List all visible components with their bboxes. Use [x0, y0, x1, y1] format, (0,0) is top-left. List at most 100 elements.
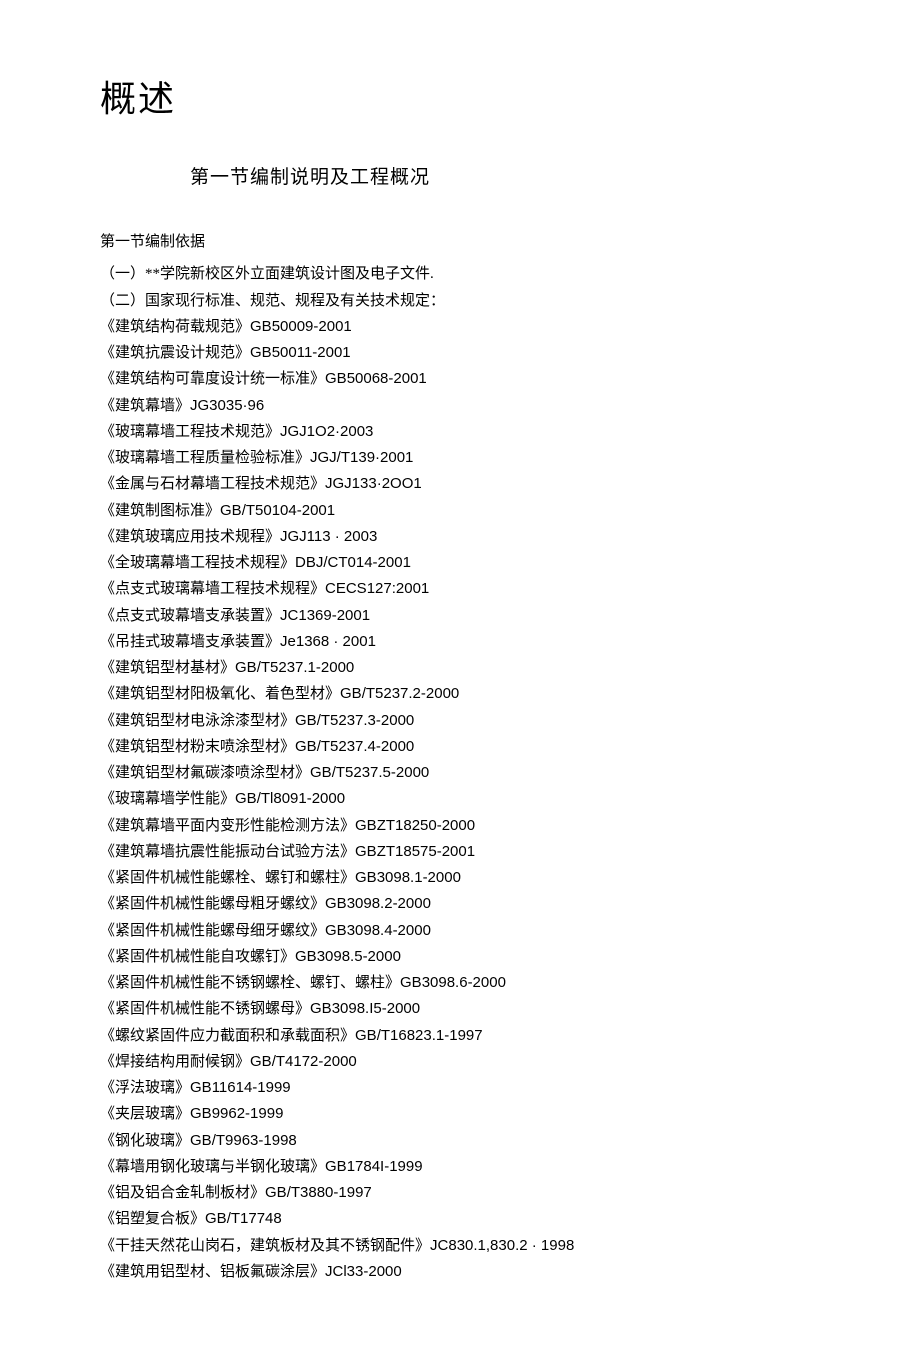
standard-code: GB3098.4-2000: [325, 922, 431, 939]
standard-code: GB3098.2-2000: [325, 895, 431, 912]
standard-code: GB/T3880-1997: [265, 1184, 372, 1201]
standard-item: 《夹层玻璃》GB9962-1999: [100, 1101, 820, 1127]
standard-code: JGJ113 · 2003: [280, 528, 377, 545]
standard-name: 《干挂天然花山岗石，建筑板材及其不锈钢配件》: [100, 1238, 430, 1254]
standard-item: 《建筑幕墙平面内变形性能检测方法》GBZT18250-2000: [100, 813, 820, 839]
standard-name: 《金属与石材幕墙工程技术规范》: [100, 476, 325, 492]
standard-item: 《紧固件机械性能螺栓、螺钉和螺柱》GB3098.1-2000: [100, 865, 820, 891]
intro-line-1: （一）**学院新校区外立面建筑设计图及电子文件.: [100, 261, 820, 287]
standard-item: 《建筑铝型材粉末喷涂型材》GB/T5237.4-2000: [100, 734, 820, 760]
standard-code: GB11614-1999: [190, 1079, 291, 1096]
standard-name: 《螺纹紧固件应力截面积和承载面积》: [100, 1028, 355, 1044]
standard-name: 《建筑用铝型材、铝板氟碳涂层》: [100, 1264, 325, 1280]
standard-name: 《全玻璃幕墙工程技术规程》: [100, 555, 295, 571]
standard-item: 《玻璃幕墙工程质量检验标准》JGJ/T139·2001: [100, 445, 820, 471]
standard-code: GB1784I-1999: [325, 1158, 423, 1175]
standard-code: GB/T9963-1998: [190, 1132, 297, 1149]
standard-name: 《建筑铝型材粉末喷涂型材》: [100, 739, 295, 755]
standard-item: 《点支式玻璃幕墙工程技术规程》CECS127:2001: [100, 576, 820, 602]
standard-name: 《夹层玻璃》: [100, 1106, 190, 1122]
standard-code: Je1368 · 2001: [280, 633, 376, 650]
standard-item: 《建筑幕墙》JG3035·96: [100, 393, 820, 419]
standard-code: GB50009-2001: [250, 318, 352, 335]
standard-name: 《建筑铝型材氟碳漆喷涂型材》: [100, 765, 310, 781]
intro-line-2: （二）国家现行标准、规范、规程及有关技术规定：: [100, 288, 820, 314]
standard-code: GB3098.1-2000: [355, 869, 461, 886]
standard-code: GB/T5237.4-2000: [295, 738, 414, 755]
standard-name: 《建筑幕墙平面内变形性能检测方法》: [100, 818, 355, 834]
standard-name: 《建筑幕墙》: [100, 398, 190, 414]
standard-item: 《幕墙用钢化玻璃与半钢化玻璃》GB1784I-1999: [100, 1154, 820, 1180]
standard-item: 《螺纹紧固件应力截面积和承载面积》GB/T16823.1-1997: [100, 1023, 820, 1049]
standard-code: GB/T5237.2-2000: [340, 685, 459, 702]
standard-code: GB/T50104-2001: [220, 502, 335, 519]
standard-item: 《紧固件机械性能不锈钢螺母》GB3098.I5-2000: [100, 996, 820, 1022]
standard-code: GB50011-2001: [250, 344, 351, 361]
standard-item: 《干挂天然花山岗石，建筑板材及其不锈钢配件》JC830.1,830.2 · 19…: [100, 1233, 820, 1259]
standard-name: 《浮法玻璃》: [100, 1080, 190, 1096]
standard-item: 《紧固件机械性能螺母粗牙螺纹》GB3098.2-2000: [100, 891, 820, 917]
standard-code: GB/T16823.1-1997: [355, 1027, 483, 1044]
standard-item: 《玻璃幕墙学性能》GB/Tl8091-2000: [100, 786, 820, 812]
standards-list: 《建筑结构荷载规范》GB50009-2001《建筑抗震设计规范》GB50011-…: [100, 314, 820, 1285]
standard-code: JC1369-2001: [280, 607, 370, 624]
standard-name: 《焊接结构用耐候钢》: [100, 1054, 250, 1070]
standard-name: 《紧固件机械性能自攻螺钉》: [100, 949, 295, 965]
standard-name: 《幕墙用钢化玻璃与半钢化玻璃》: [100, 1159, 325, 1175]
standard-code: JGJ1O2·2003: [280, 423, 373, 440]
standard-name: 《铝及铝合金轧制板材》: [100, 1185, 265, 1201]
standard-name: 《建筑制图标准》: [100, 503, 220, 519]
standard-item: 《铝及铝合金轧制板材》GB/T3880-1997: [100, 1180, 820, 1206]
standard-code: GB9962-1999: [190, 1105, 283, 1122]
section-heading: 第一节编制依据: [100, 229, 820, 255]
standard-item: 《建筑结构可靠度设计统一标准》GB50068-2001: [100, 366, 820, 392]
standard-item: 《紧固件机械性能不锈钢螺栓、螺钉、螺柱》GB3098.6-2000: [100, 970, 820, 996]
standard-item: 《建筑玻璃应用技术规程》JGJ113 · 2003: [100, 524, 820, 550]
standard-name: 《建筑幕墙抗震性能振动台试验方法》: [100, 844, 355, 860]
standard-name: 《建筑结构可靠度设计统一标准》: [100, 371, 325, 387]
standard-item: 《建筑铝型材阳极氧化、着色型材》GB/T5237.2-2000: [100, 681, 820, 707]
standard-code: GB/T5237.1-2000: [235, 659, 354, 676]
standard-name: 《紧固件机械性能螺母粗牙螺纹》: [100, 896, 325, 912]
standard-name: 《紧固件机械性能螺栓、螺钉和螺柱》: [100, 870, 355, 886]
standard-name: 《紧固件机械性能螺母细牙螺纹》: [100, 923, 325, 939]
document-page: 概述 第一节编制说明及工程概况 第一节编制依据 （一）**学院新校区外立面建筑设…: [0, 0, 920, 1345]
standard-item: 《建筑用铝型材、铝板氟碳涂层》JCl33-2000: [100, 1259, 820, 1285]
standard-code: JCl33-2000: [325, 1263, 402, 1280]
standard-code: GB3098.5-2000: [295, 948, 401, 965]
standard-name: 《吊挂式玻幕墙支承装置》: [100, 634, 280, 650]
standard-name: 《点支式玻璃幕墙工程技术规程》: [100, 581, 325, 597]
standard-name: 《玻璃幕墙工程技术规范》: [100, 424, 280, 440]
standard-code: GB50068-2001: [325, 370, 427, 387]
standard-code: GBZT18250-2000: [355, 817, 475, 834]
standard-code: JGJ133·2OO1: [325, 475, 422, 492]
standard-name: 《建筑玻璃应用技术规程》: [100, 529, 280, 545]
standard-item: 《玻璃幕墙工程技术规范》JGJ1O2·2003: [100, 419, 820, 445]
standard-name: 《钢化玻璃》: [100, 1133, 190, 1149]
standard-name: 《建筑铝型材基材》: [100, 660, 235, 676]
standard-item: 《全玻璃幕墙工程技术规程》DBJ/CT014-2001: [100, 550, 820, 576]
standard-item: 《建筑铝型材电泳涂漆型材》GB/T5237.3-2000: [100, 708, 820, 734]
standard-name: 《点支式玻幕墙支承装置》: [100, 608, 280, 624]
standard-code: JC830.1,830.2 · 1998: [430, 1237, 574, 1254]
standard-name: 《铝塑复合板》: [100, 1211, 205, 1227]
standard-item: 《铝塑复合板》GB/T17748: [100, 1206, 820, 1232]
standard-code: GB/T5237.5-2000: [310, 764, 429, 781]
standard-code: GBZT18575-2001: [355, 843, 475, 860]
standard-item: 《钢化玻璃》GB/T9963-1998: [100, 1128, 820, 1154]
standard-name: 《玻璃幕墙工程质量检验标准》: [100, 450, 310, 466]
standard-item: 《金属与石材幕墙工程技术规范》JGJ133·2OO1: [100, 471, 820, 497]
standard-item: 《焊接结构用耐候钢》GB/T4172-2000: [100, 1049, 820, 1075]
standard-name: 《建筑结构荷载规范》: [100, 319, 250, 335]
standard-name: 《建筑铝型材阳极氧化、着色型材》: [100, 686, 340, 702]
standard-name: 《玻璃幕墙学性能》: [100, 791, 235, 807]
standard-code: GB3098.6-2000: [400, 974, 506, 991]
standard-name: 《紧固件机械性能不锈钢螺栓、螺钉、螺柱》: [100, 975, 400, 991]
standard-name: 《建筑抗震设计规范》: [100, 345, 250, 361]
standard-name: 《建筑铝型材电泳涂漆型材》: [100, 713, 295, 729]
standard-code: JG3035·96: [190, 397, 264, 414]
chapter-title: 概述: [100, 70, 820, 122]
standard-item: 《建筑铝型材基材》GB/T5237.1-2000: [100, 655, 820, 681]
standard-item: 《点支式玻幕墙支承装置》JC1369-2001: [100, 603, 820, 629]
standard-code: JGJ/T139·2001: [310, 449, 413, 466]
